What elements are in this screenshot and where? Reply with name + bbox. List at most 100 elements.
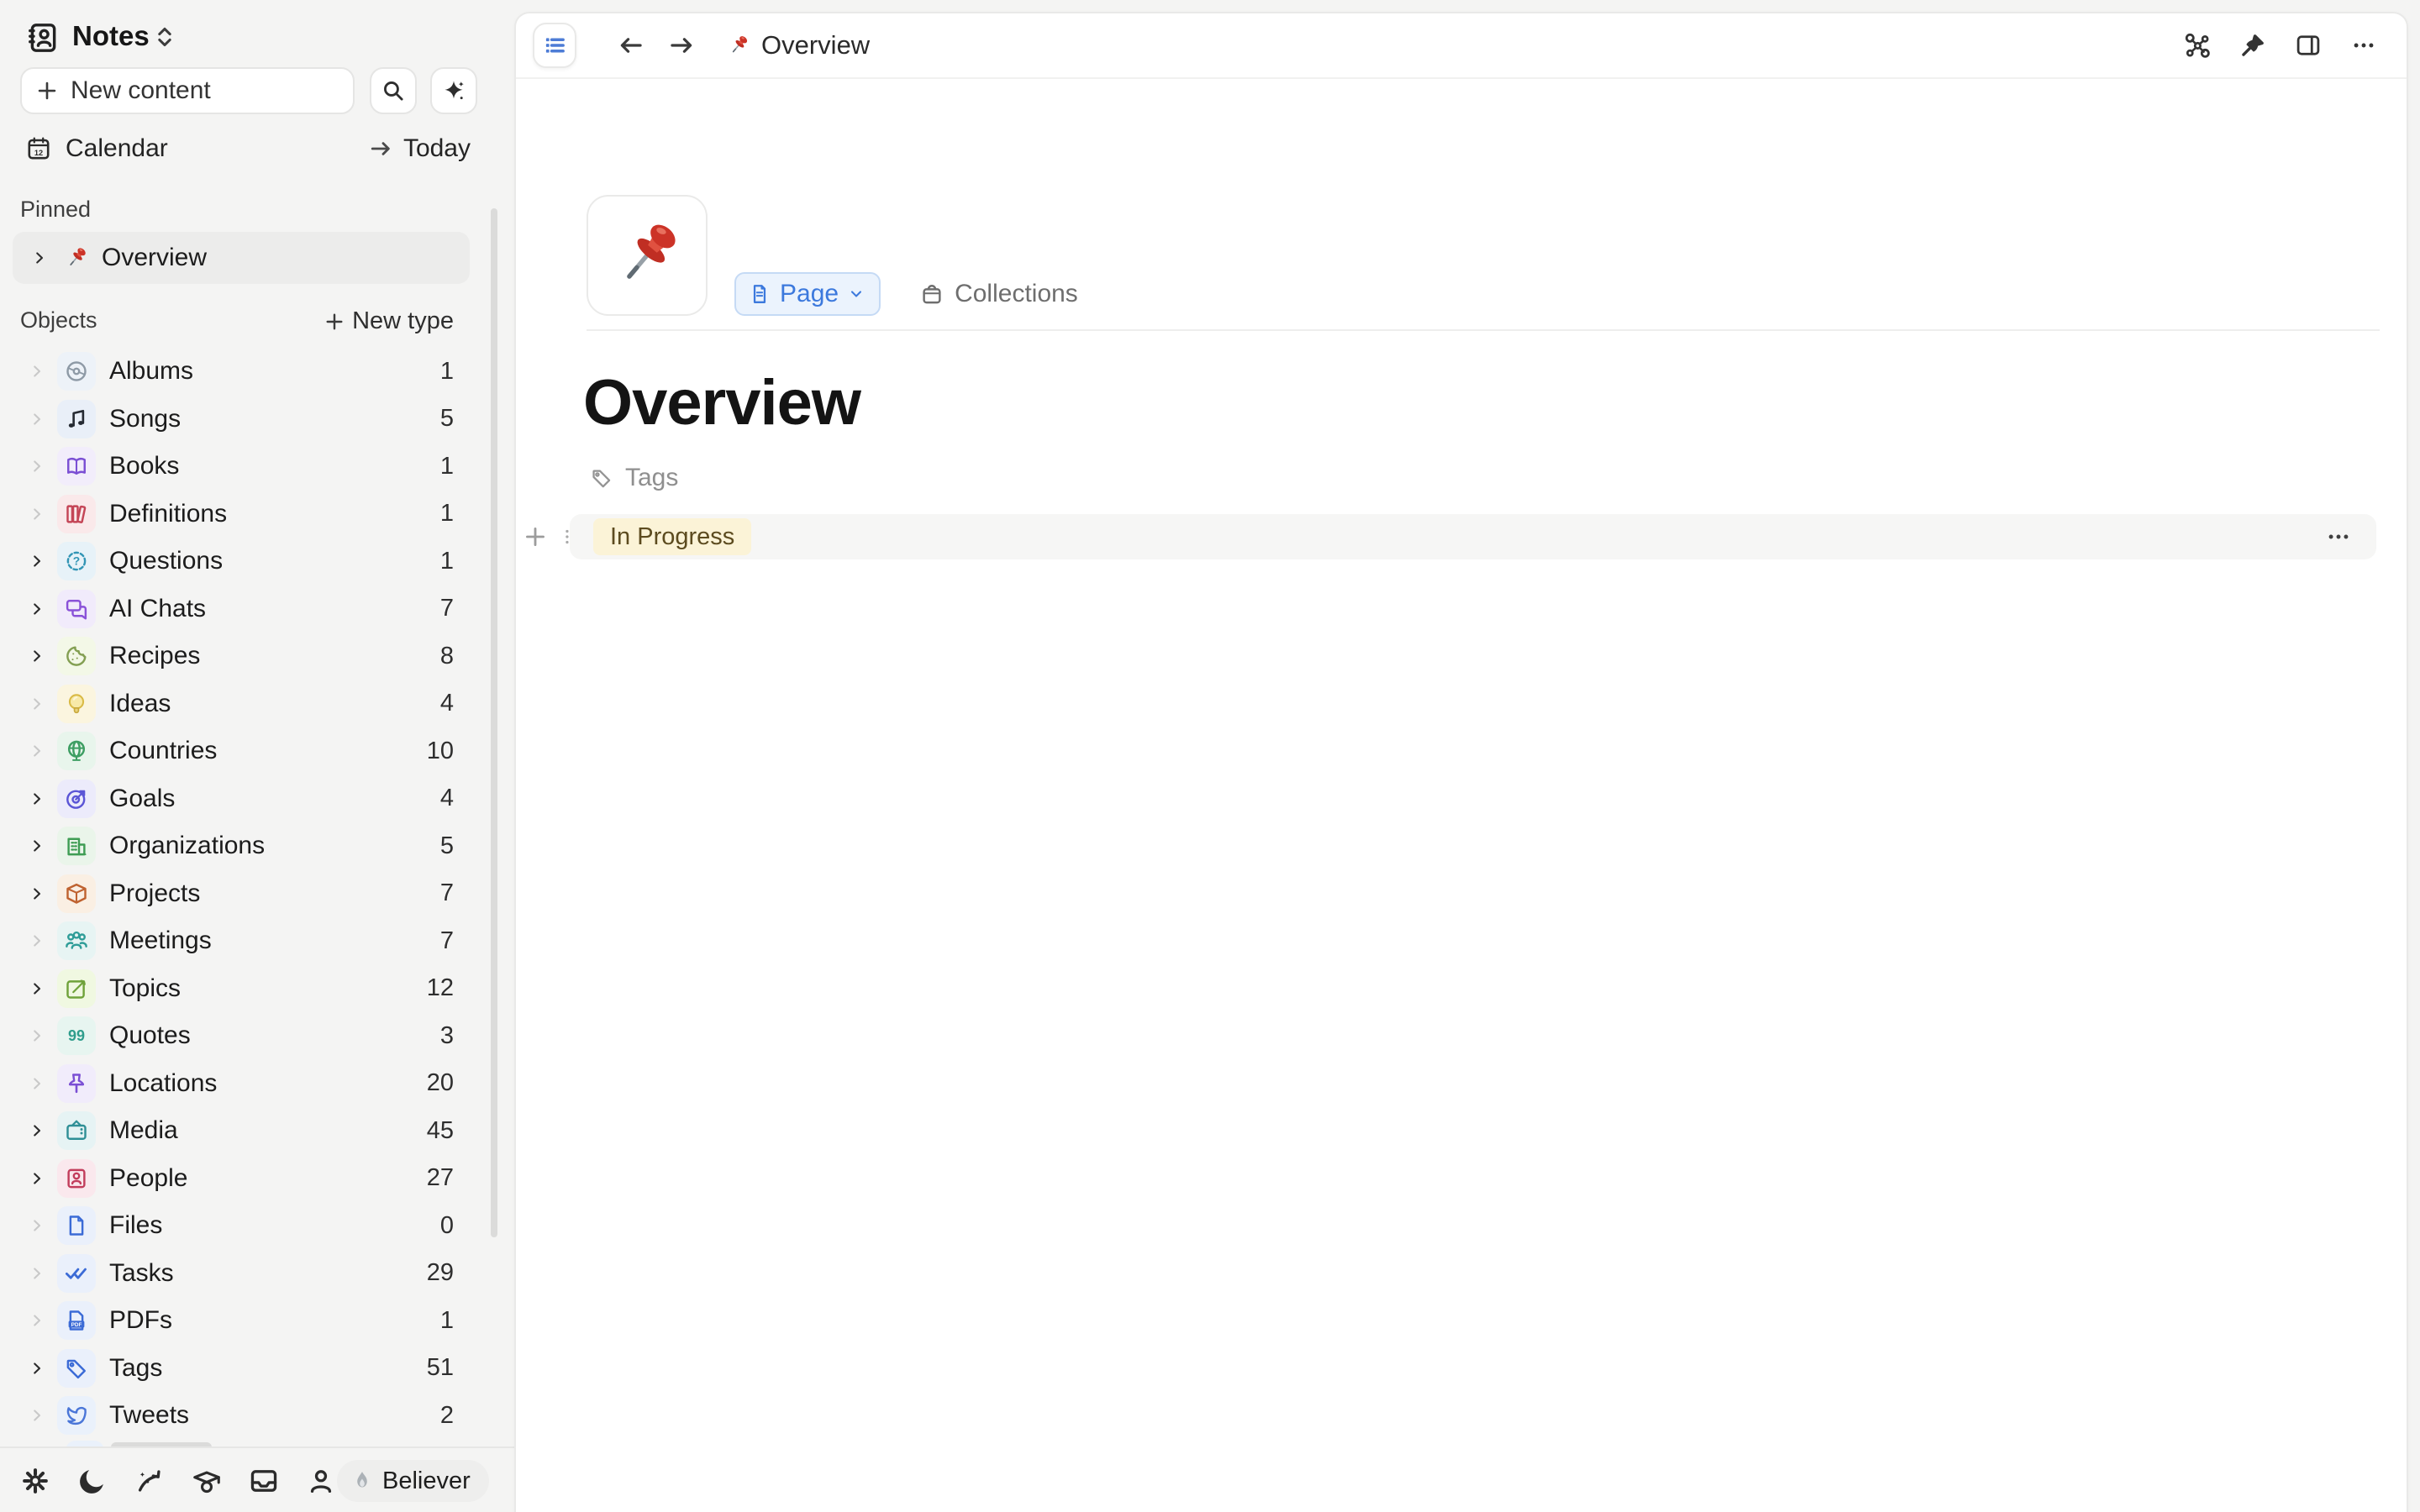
sidebar-item-meetings[interactable]: Meetings7 [12,919,492,963]
chevron-right-icon[interactable] [29,1027,45,1044]
profile-icon[interactable] [305,1465,337,1497]
sidebar-item-locations[interactable]: Locations20 [12,1062,492,1105]
list-view-button[interactable] [533,23,576,68]
dark-mode-moon-icon[interactable] [76,1465,108,1497]
sidebar-footer: Believer [0,1446,514,1512]
chevron-right-icon[interactable] [29,743,45,759]
chevron-right-icon[interactable] [29,363,45,380]
cookie-icon [57,637,96,675]
cd-icon [57,352,96,391]
ai-button[interactable] [430,67,477,114]
chevron-right-icon[interactable] [31,249,48,266]
sidebar-item-countries[interactable]: Countries10 [12,729,492,773]
today-link[interactable]: Today [403,134,471,163]
plan-badge-label: Believer [382,1467,471,1495]
chevron-right-icon[interactable] [29,1407,45,1424]
header-divider [587,329,2380,331]
sidebar-item-label: Media [109,1116,178,1145]
back-button[interactable] [617,31,645,60]
sidebar-item-files[interactable]: Files0 [12,1204,492,1247]
sidebar-item-projects[interactable]: Projects7 [12,872,492,916]
tags-row[interactable]: Tags [590,464,678,492]
sidebar-item-goals[interactable]: Goals4 [12,777,492,821]
chevron-right-icon[interactable] [29,837,45,854]
question-icon: ? [57,542,96,580]
sidebar-item-tags[interactable]: Tags51 [12,1347,492,1390]
chevron-right-icon[interactable] [29,506,45,522]
more-options-icon[interactable] [2349,31,2378,60]
status-tag[interactable]: In Progress [593,518,751,555]
chevron-right-icon[interactable] [29,1265,45,1282]
page-title[interactable]: Overview [583,366,860,439]
svg-text:PDF: PDF [71,1322,82,1328]
sidebar-item-count: 5 [440,405,454,433]
chevron-right-icon[interactable] [29,1122,45,1139]
chevron-right-icon[interactable] [29,1075,45,1092]
sidebar-item-definitions[interactable]: Definitions1 [12,492,492,536]
status-block-row[interactable]: In Progress [570,514,2376,559]
chevron-right-icon[interactable] [29,1217,45,1234]
chevron-right-icon[interactable] [29,932,45,949]
academy-icon[interactable] [191,1465,223,1497]
split-view-icon[interactable] [2294,31,2323,60]
page-type-chip[interactable]: Page [734,272,881,316]
forward-button[interactable] [667,31,696,60]
sidebar-item-books[interactable]: Books1 [12,444,492,488]
sidebar-item-recipes[interactable]: Recipes8 [12,634,492,678]
chevron-right-icon[interactable] [29,601,45,617]
sidebar-item-label: Projects [109,879,200,908]
pinoutline-icon [57,1064,96,1103]
sidebar-item-topics[interactable]: Topics12 [12,967,492,1011]
chevron-right-icon[interactable] [29,648,45,664]
sidebar-item-count: 29 [427,1259,454,1287]
graph-view-icon[interactable] [2183,31,2212,60]
search-button[interactable] [370,67,417,114]
page-icon-tile[interactable] [587,195,708,316]
chevron-right-icon[interactable] [29,411,45,428]
new-content-button[interactable]: New content [20,67,355,114]
space-switcher-chevrons-icon[interactable] [151,24,178,50]
sidebar-item-count: 1 [440,548,454,575]
sidebar-scrollbar[interactable] [491,208,497,1237]
calendar-row[interactable]: 12 Calendar Today [0,128,514,170]
chevron-right-icon[interactable] [29,1312,45,1329]
chevron-right-icon[interactable] [29,553,45,570]
sidebar-item-count: 8 [440,643,454,670]
chevron-right-icon[interactable] [29,1360,45,1377]
sidebar-item-label: Meetings [109,927,212,955]
settings-gear-icon[interactable] [19,1465,51,1497]
sidebar-item-label: Books [109,452,179,480]
chevron-right-icon[interactable] [29,980,45,997]
pin-icon[interactable] [2238,31,2267,60]
chevron-right-icon[interactable] [29,458,45,475]
sidebar-item-tweets[interactable]: Tweets2 [12,1394,492,1437]
chevron-right-icon[interactable] [29,790,45,807]
sidebar-item-tasks[interactable]: Tasks29 [12,1252,492,1295]
inbox-icon[interactable] [248,1465,280,1497]
plan-badge[interactable]: Believer [337,1460,489,1502]
collections-button[interactable]: Collections [919,280,1078,308]
new-type-button[interactable]: New type [324,307,454,335]
sidebar-item-quotes[interactable]: 99Quotes3 [12,1014,492,1058]
sidebar-item-organizations[interactable]: Organizations5 [12,824,492,868]
pinned-section-label: Pinned [20,197,91,223]
sidebar-item-people[interactable]: People27 [12,1157,492,1200]
sidebar-item-overview[interactable]: Overview [13,232,470,284]
chevron-right-icon[interactable] [29,885,45,902]
space-title[interactable]: Notes [72,20,150,52]
whats-new-icon[interactable] [134,1465,166,1497]
add-block-icon[interactable] [523,524,548,549]
more-options-icon[interactable] [2324,522,2353,551]
sidebar-item-ai-chats[interactable]: AI Chats7 [12,587,492,631]
chevron-right-icon[interactable] [29,1170,45,1187]
chevron-right-icon[interactable] [29,696,45,712]
sidebar-item-media[interactable]: Media45 [12,1109,492,1152]
sidebar-item-label: Songs [109,405,181,433]
sidebar-item-questions[interactable]: ?Questions1 [12,539,492,583]
sidebar-item-albums[interactable]: Albums1 [12,349,492,393]
sidebar-item-songs[interactable]: Songs 5 [12,397,492,441]
sidebar-item-ideas[interactable]: Ideas4 [12,682,492,726]
sidebar-item-pdfs[interactable]: PDFPDFs1 [12,1299,492,1342]
breadcrumb[interactable]: Overview [726,30,870,60]
space-icon[interactable] [25,20,60,55]
